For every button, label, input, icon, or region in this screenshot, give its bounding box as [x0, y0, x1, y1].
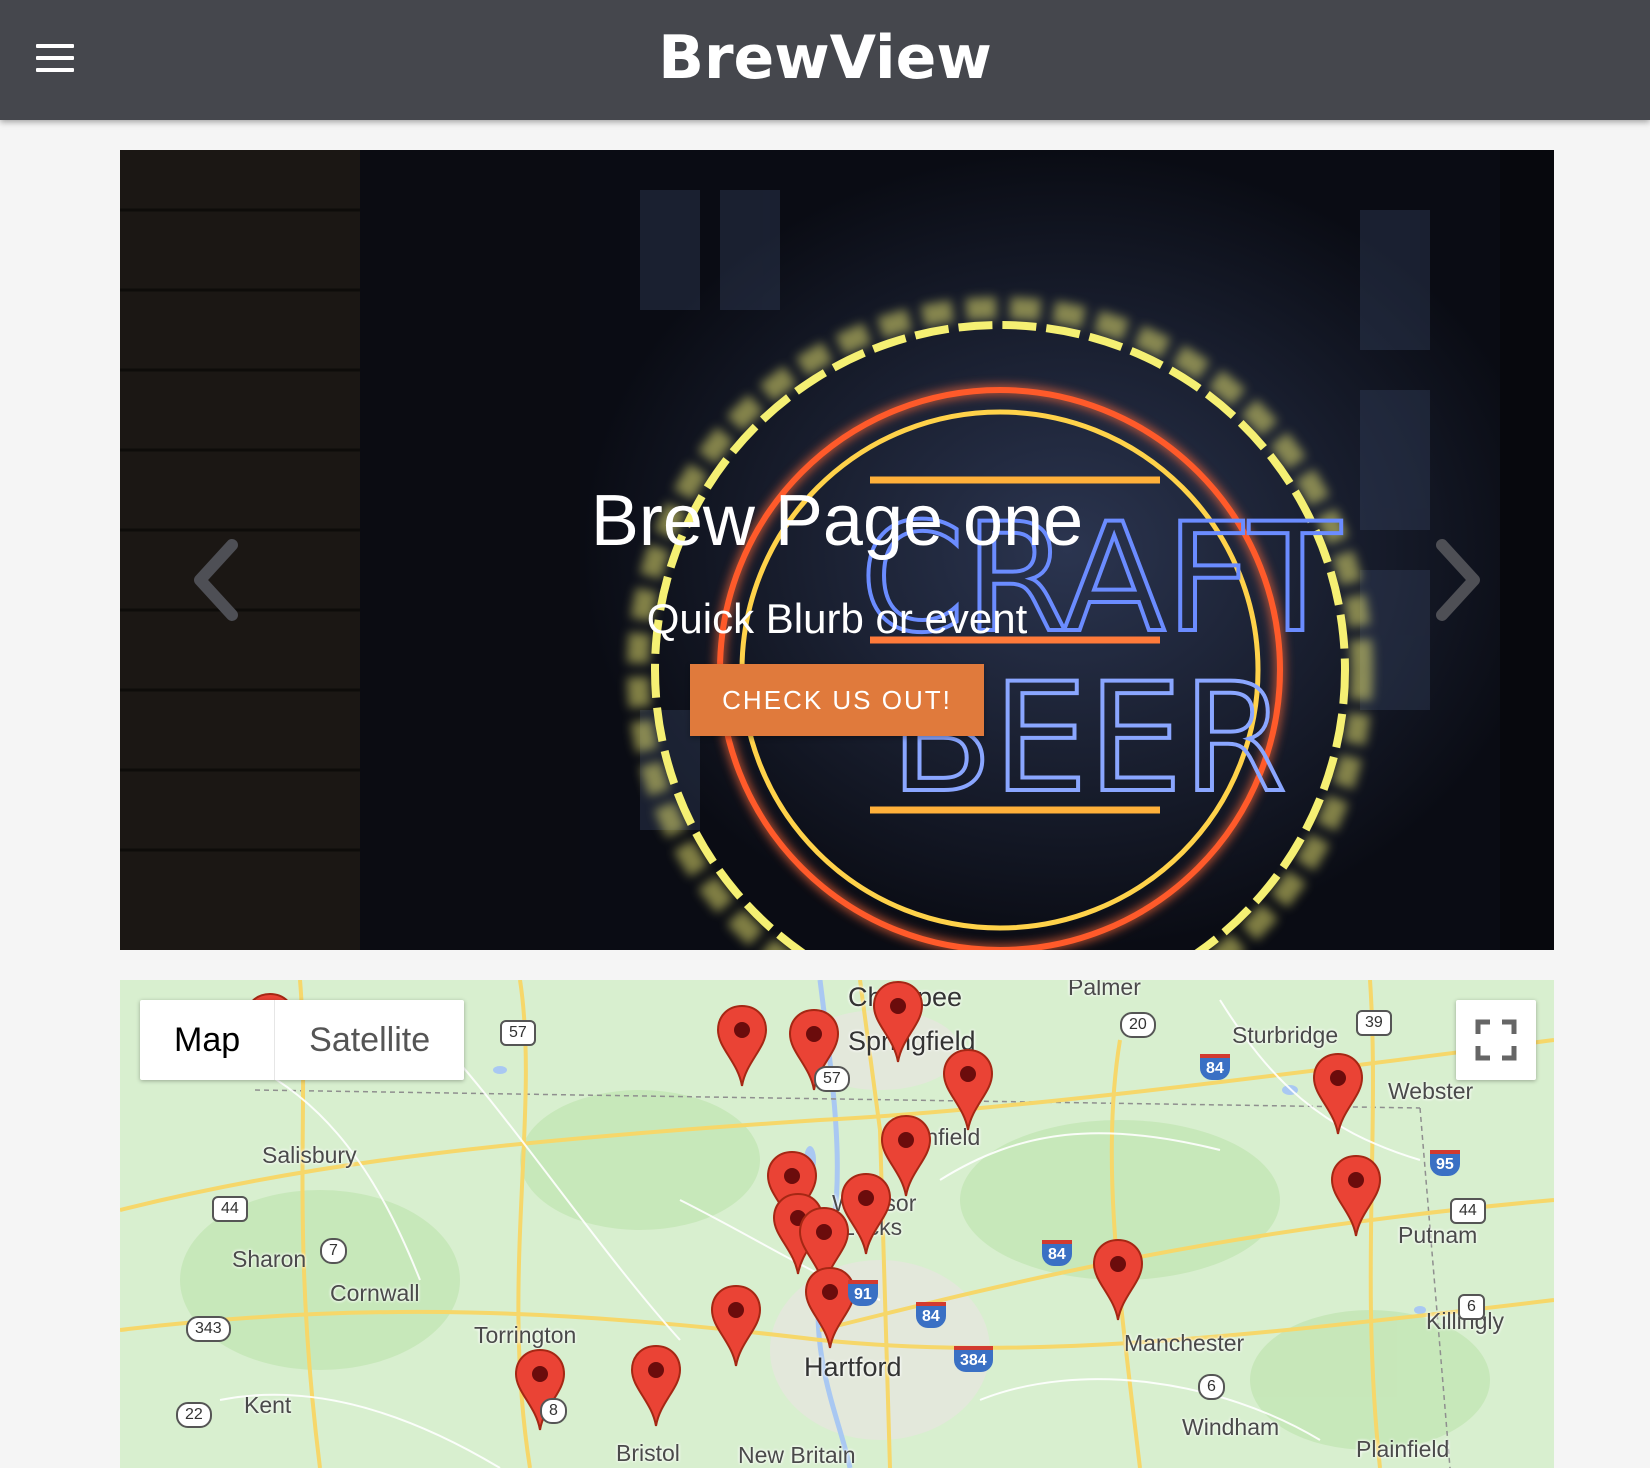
map-label-manchester: Manchester	[1124, 1330, 1245, 1356]
map-pin-icon	[942, 1048, 994, 1131]
brewery-marker[interactable]	[630, 1344, 682, 1428]
hero-carousel: CRAFT BEER Brew Page one Quick Blurb or …	[120, 150, 1554, 950]
route-shield: 22	[176, 1402, 212, 1428]
brewery-marker[interactable]	[1330, 1154, 1382, 1238]
hero-subtitle: Quick Blurb or event	[646, 595, 1028, 642]
map-pin-icon	[1092, 1238, 1144, 1321]
map-pin-icon	[1312, 1052, 1364, 1135]
map-label-hartford: Hartford	[804, 1352, 902, 1382]
route-shield: 95	[1430, 1150, 1460, 1176]
map-label-windham: Windham	[1182, 1414, 1280, 1440]
map-label-plainfield: Plainfield	[1356, 1436, 1450, 1462]
route-shield: 84	[916, 1302, 946, 1328]
fullscreen-icon	[1475, 1019, 1517, 1061]
check-us-out-button[interactable]: CHECK US OUT!	[690, 664, 984, 736]
map-label-kent: Kent	[244, 1392, 292, 1418]
brewery-map[interactable]: Chicopee Palmer Springfield Sturbridge W…	[120, 980, 1554, 1468]
map-label-sturbridge: Sturbridge	[1232, 1022, 1339, 1048]
map-label-salisbury: Salisbury	[262, 1142, 357, 1168]
map-pin-icon	[716, 1004, 768, 1087]
brand-title: BrewView	[658, 23, 992, 93]
route-shield: 39	[1356, 1010, 1392, 1036]
map-pin-icon	[872, 980, 924, 1063]
map-label-webster: Webster	[1388, 1078, 1474, 1104]
brewery-marker[interactable]	[716, 1004, 768, 1088]
route-shield: 7	[320, 1238, 347, 1264]
route-shield: 91	[848, 1280, 878, 1306]
route-shield: 384	[954, 1346, 993, 1372]
brewery-marker[interactable]	[1312, 1052, 1364, 1136]
map-label-putnam: Putnam	[1398, 1222, 1478, 1248]
brewery-marker[interactable]	[1092, 1238, 1144, 1322]
route-shield: 20	[1120, 1012, 1156, 1038]
map-type-control: Map Satellite	[140, 1000, 465, 1080]
brewery-marker[interactable]	[872, 980, 924, 1064]
route-shield: 44	[212, 1196, 248, 1222]
route-shield: 57	[814, 1066, 850, 1092]
map-pin-icon	[710, 1284, 762, 1367]
route-shield: 343	[186, 1316, 231, 1342]
map-label-cornwall: Cornwall	[330, 1280, 420, 1306]
route-shield: 57	[500, 1020, 536, 1046]
brewery-marker[interactable]	[804, 1266, 856, 1350]
route-shield: 84	[1042, 1240, 1072, 1266]
fullscreen-button[interactable]	[1456, 1000, 1536, 1080]
map-type-map-button[interactable]: Map	[140, 1000, 276, 1080]
brewery-marker[interactable]	[710, 1284, 762, 1368]
route-shield: 8	[540, 1398, 567, 1424]
map-label-sharon: Sharon	[232, 1246, 307, 1272]
map-type-satellite-button[interactable]: Satellite	[275, 1000, 464, 1080]
map-label-bristol: Bristol	[616, 1440, 680, 1466]
map-label-palmer: Palmer	[1068, 980, 1141, 1000]
route-shield: 6	[1458, 1294, 1485, 1320]
route-shield: 84	[1200, 1054, 1230, 1080]
map-label-torrington: Torrington	[474, 1322, 577, 1348]
hero-title: Brew Page one	[590, 481, 1084, 561]
route-shield: 44	[1450, 1198, 1486, 1224]
map-label-new-britain: New Britain	[738, 1442, 856, 1468]
route-shield: 6	[1198, 1374, 1225, 1400]
map-pin-icon	[804, 1266, 856, 1349]
top-app-bar: BrewView	[0, 0, 1650, 120]
brewery-marker[interactable]	[942, 1048, 994, 1132]
map-pin-icon	[1330, 1154, 1382, 1237]
map-pin-icon	[630, 1344, 682, 1427]
